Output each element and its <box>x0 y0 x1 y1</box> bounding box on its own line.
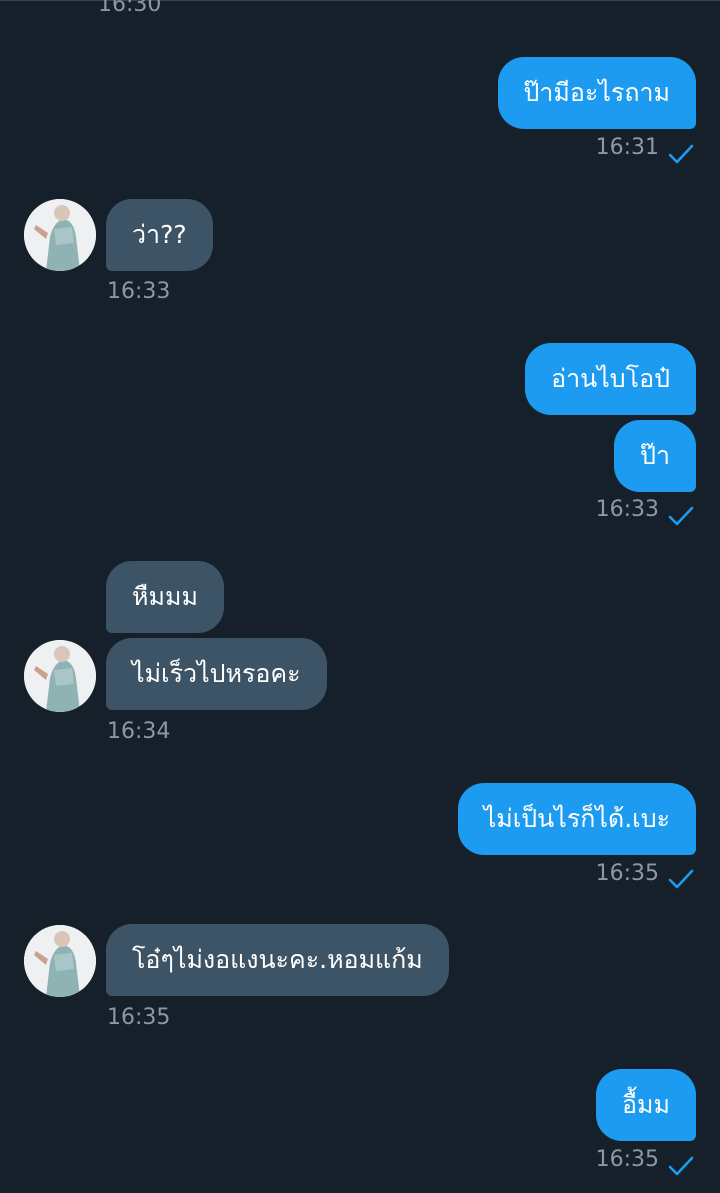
checkmark-icon <box>668 144 694 164</box>
outgoing-message[interactable]: ป๊า <box>614 420 696 492</box>
checkmark-icon <box>668 869 694 889</box>
timestamp: 16:34 <box>107 719 171 744</box>
contact-avatar[interactable] <box>24 640 96 712</box>
checkmark-icon <box>668 506 694 526</box>
timestamp: 16:30 <box>98 0 162 17</box>
incoming-message[interactable]: หืมมม <box>106 561 224 633</box>
checkmark-icon <box>668 1156 694 1176</box>
incoming-message[interactable]: ไม่เร็วไปหรอคะ <box>106 638 327 710</box>
timestamp: 16:33 <box>107 279 171 304</box>
incoming-message[interactable]: โอ๋ๆไม่งอแงนะคะ.หอมแก้ม <box>106 924 449 996</box>
outgoing-message[interactable]: อ่านไบโอป๋ <box>525 343 696 415</box>
incoming-message[interactable]: ว่า?? <box>106 199 213 271</box>
outgoing-message[interactable]: อื้มม <box>596 1069 696 1141</box>
timestamp: 16:35 <box>595 1147 659 1172</box>
contact-avatar[interactable] <box>24 925 96 997</box>
timestamp: 16:31 <box>595 135 659 160</box>
timestamp: 16:33 <box>595 497 659 522</box>
contact-avatar[interactable] <box>24 199 96 271</box>
outgoing-message[interactable]: ไม่เป็นไรก็ได้.เบะ <box>457 783 696 855</box>
outgoing-message[interactable]: ป๊ามีอะไรถาม <box>497 57 696 129</box>
timestamp: 16:35 <box>107 1005 171 1030</box>
timestamp: 16:35 <box>595 861 659 886</box>
